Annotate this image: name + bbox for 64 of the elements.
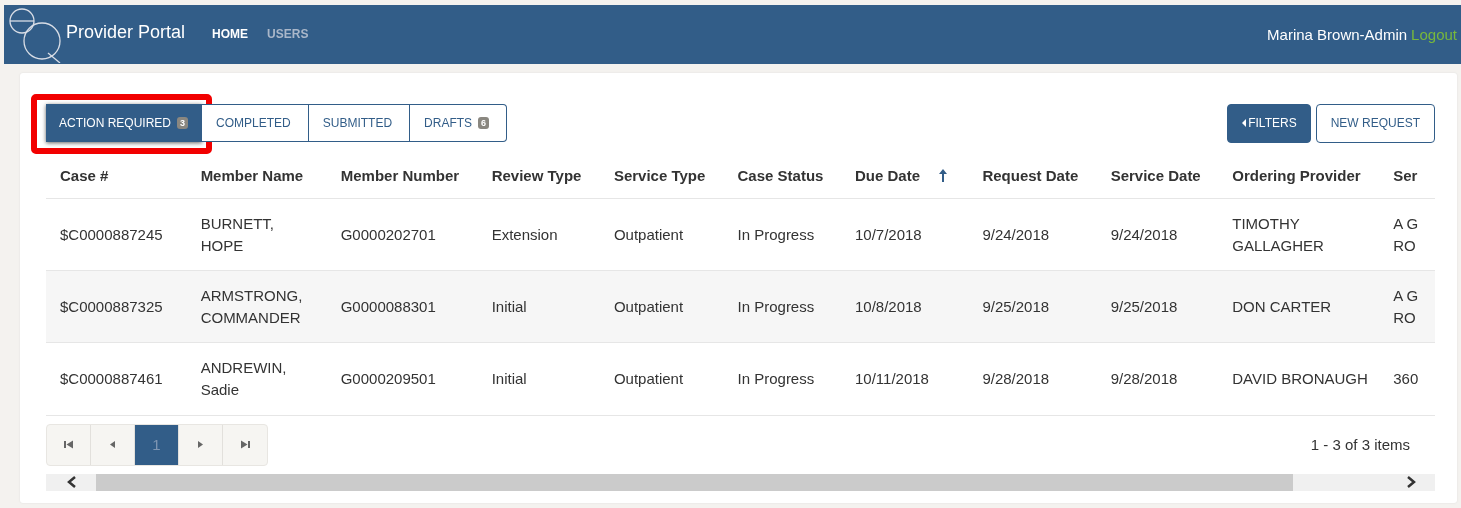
- table-cell: G0000202701: [340, 225, 436, 243]
- table-cell: $C0000887325: [60, 297, 163, 315]
- count-badge: 3: [177, 117, 189, 129]
- scroll-left-icon: [66, 476, 78, 488]
- table-cell: DAVID BRONAUGH: [1232, 369, 1368, 387]
- table-cell: ANDREWIN, Sadie: [200, 358, 287, 398]
- new-request-button[interactable]: NEW REQUEST: [1315, 103, 1435, 143]
- items-count: 1 - 3 of 3 items: [1310, 436, 1410, 453]
- column-header[interactable]: Member Name: [200, 166, 304, 184]
- filters-button[interactable]: FILTERS: [1227, 103, 1311, 143]
- table-cell: 10/11/2018: [855, 369, 929, 387]
- table-cell: Outpatient: [613, 225, 684, 243]
- table-cell: DON CARTER: [1232, 297, 1332, 315]
- column-header[interactable]: Due Date: [855, 166, 920, 184]
- column-header[interactable]: Request Date: [982, 166, 1079, 184]
- table-cell: In Progress: [737, 225, 815, 243]
- table-cell: In Progress: [737, 297, 815, 315]
- table-cell: Outpatient: [613, 369, 684, 387]
- table-cell: Extension: [491, 225, 558, 243]
- last-page-icon: [240, 440, 250, 449]
- table-cell: In Progress: [737, 369, 815, 387]
- table-cell: $C0000887245: [60, 225, 163, 243]
- table-cell-text: A G RO: [1393, 285, 1420, 328]
- table-cell: Initial: [491, 369, 527, 387]
- tab[interactable]: DRAFTS 6: [410, 104, 508, 142]
- table-cell: 9/25/2018: [982, 297, 1050, 315]
- table-cell-text: 360: [1393, 368, 1420, 389]
- next-page-icon: [196, 440, 205, 449]
- column-header[interactable]: Case Status: [737, 166, 824, 184]
- table-cell: G0000088301: [340, 297, 436, 315]
- user-name: Marina Brown-Admin: [1267, 26, 1408, 43]
- table-cell-text: A G RO: [1393, 213, 1420, 256]
- scroll-right-icon: [1405, 476, 1417, 488]
- table-cell: G0000209501: [340, 369, 436, 387]
- count-badge: 6: [478, 117, 490, 129]
- nav-link[interactable]: HOME: [212, 26, 249, 41]
- table-cell: Outpatient: [613, 297, 684, 315]
- column-header[interactable]: Service Date: [1110, 166, 1201, 184]
- column-header[interactable]: Member Number: [340, 166, 460, 184]
- caret-icon: [1242, 119, 1247, 127]
- table-cell: BURNETT, HOPE: [200, 214, 274, 254]
- table-cell: 9/28/2018: [982, 369, 1050, 387]
- table-cell: $C0000887461: [60, 369, 163, 387]
- table-cell: 9/28/2018: [1110, 369, 1178, 387]
- table-cell: Initial: [491, 297, 527, 315]
- first-page-icon: [64, 440, 73, 449]
- logo-icon: [6, 7, 62, 63]
- tab[interactable]: SUBMITTED: [308, 104, 411, 142]
- table-cell: 9/24/2018: [1110, 225, 1178, 243]
- column-header[interactable]: Case #: [60, 166, 109, 184]
- tab[interactable]: COMPLETED: [202, 104, 309, 142]
- table-cell: 9/24/2018: [982, 225, 1050, 243]
- tab[interactable]: ACTION REQUIRED 3: [46, 104, 203, 142]
- table-cell: 9/25/2018: [1110, 297, 1178, 315]
- previous-page-icon: [108, 440, 117, 449]
- app-title: Provider Portal: [66, 22, 186, 43]
- column-header[interactable]: Review Type: [491, 166, 582, 184]
- column-header[interactable]: Service Type: [613, 166, 706, 184]
- table-cell: 10/8/2018: [855, 297, 922, 315]
- table-cell: TIMOTHY GALLAGHER: [1232, 214, 1324, 254]
- table-cell: 10/7/2018: [855, 225, 922, 243]
- table-cell: ARMSTRONG, COMMANDER: [200, 286, 303, 326]
- column-header[interactable]: Ser: [1393, 166, 1418, 184]
- column-header[interactable]: Ordering Provider: [1232, 166, 1361, 184]
